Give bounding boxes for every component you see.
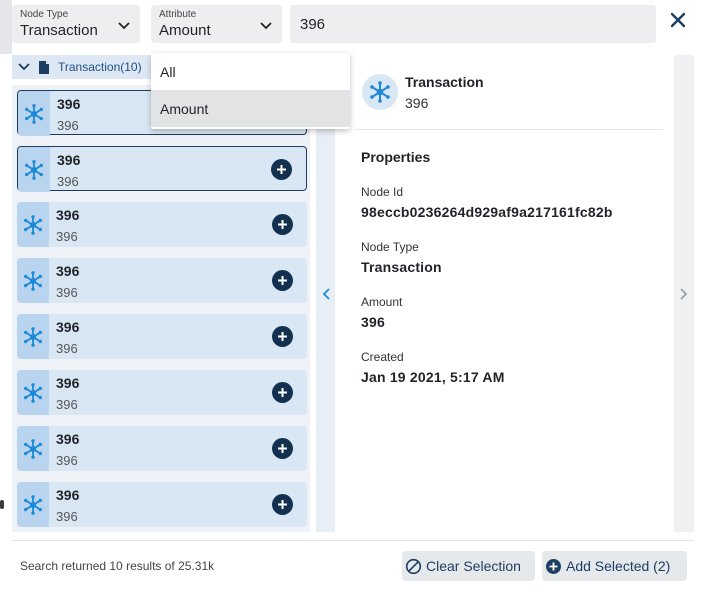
clear-selection-label: Clear Selection — [426, 558, 521, 574]
node-icon — [17, 314, 49, 359]
dropdown-option-amount[interactable]: Amount — [151, 90, 350, 127]
list-item[interactable]: 396 396 — [17, 426, 307, 471]
search-input[interactable] — [300, 5, 646, 43]
add-icon[interactable] — [272, 270, 293, 291]
list-item-subtitle: 396 — [57, 118, 79, 133]
list-item[interactable]: 396 396 — [17, 370, 307, 415]
attribute-dropdown-menu: All Amount — [151, 53, 350, 129]
list-item-subtitle: 396 — [57, 174, 79, 189]
node-icon — [17, 370, 49, 415]
close-icon[interactable] — [668, 10, 688, 30]
list-item-title: 396 — [56, 431, 80, 447]
attribute-label: Attribute — [159, 9, 197, 20]
list-item-subtitle: 396 — [56, 453, 78, 468]
list-item[interactable]: 396 396 — [17, 314, 307, 359]
search-field[interactable] — [290, 5, 656, 43]
search-status: Search returned 10 results of 25.31k — [20, 559, 215, 573]
list-item[interactable]: 396 396 — [17, 202, 307, 247]
add-icon[interactable] — [272, 494, 293, 515]
add-icon[interactable] — [272, 438, 293, 459]
attribute-value: Amount — [159, 22, 211, 39]
list-item-title: 396 — [56, 319, 80, 335]
chevron-left-icon — [322, 287, 330, 300]
property-value: Transaction — [361, 259, 442, 275]
list-item-title: 396 — [57, 96, 81, 112]
property-value: Jan 19 2021, 5:17 AM — [361, 369, 505, 385]
clear-selection-button[interactable]: Clear Selection — [402, 551, 535, 581]
list-item-subtitle: 396 — [56, 285, 78, 300]
results-list: 396 396 396 396 396 396 396 396 396 396 396 396 396 3… — [12, 85, 310, 532]
detail-panel: Transaction 396 Properties Node Id 98ecc… — [335, 55, 674, 532]
list-item[interactable]: 396 396 — [17, 482, 307, 527]
background-mark — [0, 500, 4, 509]
list-item-title: 396 — [56, 263, 80, 279]
document-icon — [39, 60, 49, 74]
property-label: Node Type — [361, 240, 419, 254]
property-value: 98eccb0236264d929af9a217161fc82b — [361, 204, 613, 220]
add-selected-button[interactable]: Add Selected (2) — [542, 551, 687, 581]
list-item[interactable]: 396 396 — [17, 146, 307, 192]
node-icon — [17, 426, 49, 471]
add-icon[interactable] — [272, 382, 293, 403]
chevron-down-icon — [118, 22, 130, 30]
list-item-title: 396 — [56, 375, 80, 391]
node-icon — [17, 202, 49, 247]
list-item-subtitle: 396 — [56, 509, 78, 524]
property-label: Amount — [361, 295, 403, 309]
divider — [355, 129, 663, 130]
node-type-value: Transaction — [20, 22, 98, 39]
clear-icon — [405, 558, 422, 574]
list-item-title: 396 — [56, 487, 80, 503]
expand-panel-button[interactable] — [674, 55, 694, 532]
chevron-down-icon[interactable] — [18, 63, 30, 71]
detail-title: Transaction — [405, 74, 484, 90]
dropdown-option-all[interactable]: All — [151, 53, 350, 90]
attribute-select[interactable]: Attribute Amount — [151, 5, 282, 43]
background-strip — [0, 0, 12, 54]
node-icon — [362, 74, 398, 110]
add-icon[interactable] — [272, 326, 293, 347]
property-label: Created — [361, 350, 404, 364]
node-icon — [17, 258, 49, 303]
list-item-subtitle: 396 — [56, 229, 78, 244]
group-header[interactable]: Transaction(10) — [12, 55, 152, 79]
add-icon — [546, 558, 561, 574]
property-value: 396 — [361, 314, 385, 330]
add-selected-label: Add Selected (2) — [566, 558, 671, 574]
node-type-select[interactable]: Node Type Transaction — [12, 5, 140, 43]
node-icon — [17, 482, 49, 527]
chevron-right-icon — [680, 287, 688, 300]
group-label: Transaction(10) — [58, 60, 142, 74]
node-type-label: Node Type — [20, 9, 69, 20]
node-icon — [18, 147, 50, 192]
add-icon[interactable] — [272, 214, 293, 235]
list-item[interactable]: 396 396 — [17, 258, 307, 303]
list-item-title: 396 — [57, 152, 81, 168]
add-icon[interactable] — [271, 159, 292, 180]
list-item-subtitle: 396 — [56, 341, 78, 356]
detail-subtitle: 396 — [405, 95, 429, 111]
footer-divider — [12, 540, 694, 541]
node-icon — [18, 91, 50, 136]
list-item-subtitle: 396 — [56, 397, 78, 412]
property-label: Node Id — [361, 185, 404, 199]
list-item-title: 396 — [56, 207, 80, 223]
chevron-down-icon — [260, 22, 272, 30]
properties-heading: Properties — [361, 149, 431, 165]
